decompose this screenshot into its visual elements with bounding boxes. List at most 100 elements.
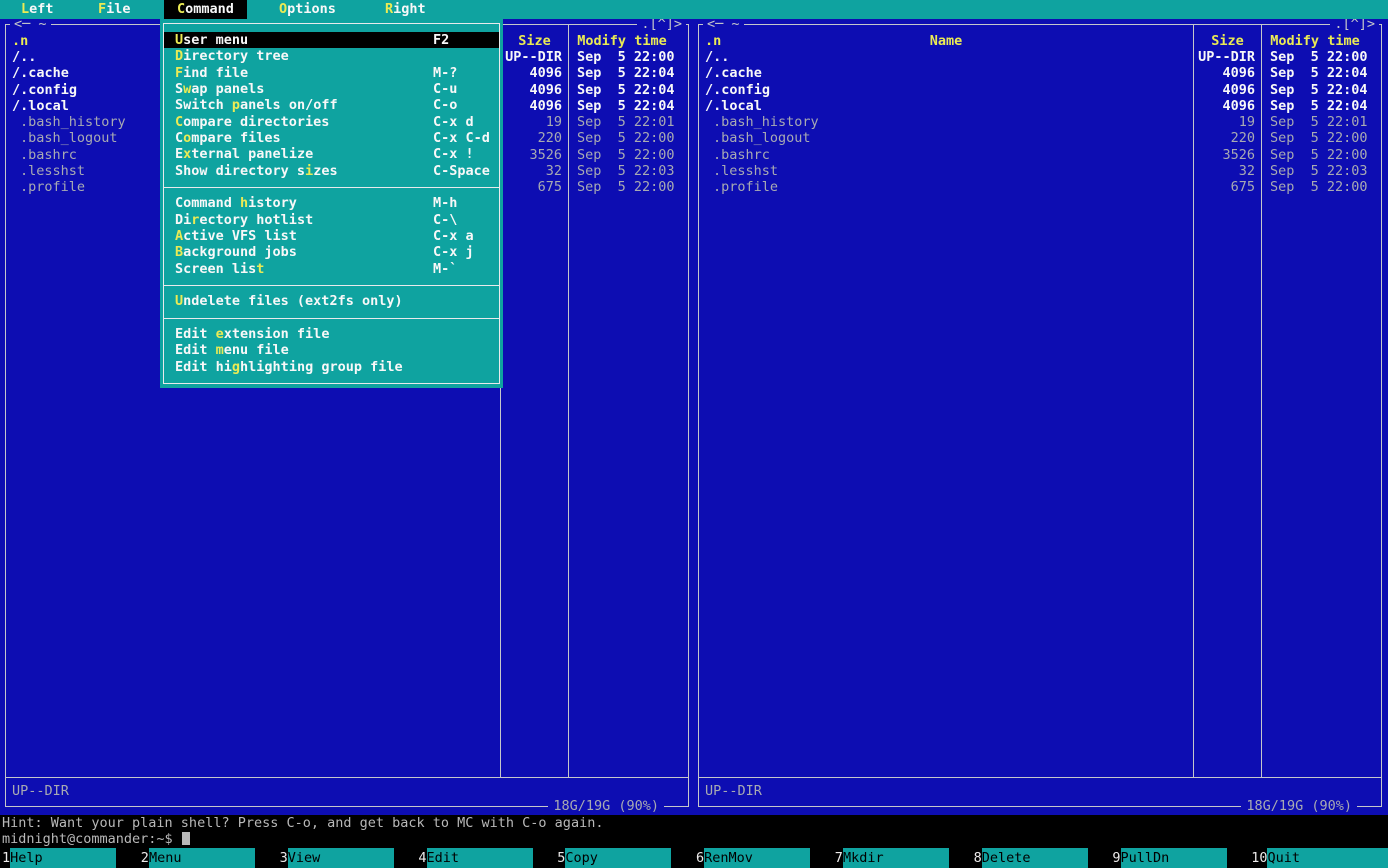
file-panel-right: <─ ~.[^]>.nNameSizeModify time/..UP--DIR… — [698, 24, 1382, 807]
column-header-size-right[interactable]: Size — [1194, 33, 1261, 50]
fkey-5-copy[interactable]: 5Copy — [557, 848, 671, 868]
column-header-size-left[interactable]: Size — [501, 33, 568, 50]
file-size: 3526 — [1193, 147, 1261, 163]
free-space-left: 18G/19G (90%) — [548, 798, 664, 815]
file-size: 32 — [1193, 163, 1261, 179]
menu-item-directory-tree[interactable]: Directory tree — [164, 48, 499, 64]
menu-item-switch-panels-on-off[interactable]: Switch panels on/offC-o — [164, 97, 499, 113]
menu-item-active-vfs-list[interactable]: Active VFS listC-x a — [164, 228, 499, 244]
menu-label-post: ndelete files (ext2fs only) — [183, 293, 402, 309]
menu-item-find-file[interactable]: Find fileM-? — [164, 65, 499, 81]
menu-label-post: ind file — [183, 65, 248, 81]
menu-item-show-directory-sizes[interactable]: Show directory sizesC-Space — [164, 163, 499, 179]
fkey-3-view[interactable]: 3View — [280, 848, 394, 868]
file-mtime: Sep 5 22:00 — [1261, 130, 1381, 146]
menu-label-post: anels on/off — [240, 97, 338, 113]
menu-label-post: enu file — [224, 342, 289, 358]
file-name: .profile — [699, 179, 1193, 195]
fkey-10-quit[interactable]: 10Quit — [1251, 848, 1388, 868]
fkey-number: 3 — [280, 848, 288, 868]
column-header-mtime-left[interactable]: Modify time — [569, 33, 675, 50]
fkey-label: Menu — [149, 848, 255, 868]
fkey-number: 1 — [2, 848, 10, 868]
menu-item-shortcut: C-x d — [433, 114, 474, 130]
fkey-9-pulldn[interactable]: 9PullDn — [1112, 848, 1226, 868]
menubar-item-file[interactable]: File — [85, 0, 144, 19]
ministatus-left: UP--DIR — [12, 783, 69, 799]
file-mtime: Sep 5 22:00 — [568, 147, 688, 163]
fkey-7-mkdir[interactable]: 7Mkdir — [835, 848, 949, 868]
menu-label-pre: Edit — [175, 326, 216, 342]
menu-item-external-panelize[interactable]: External panelizeC-x ! — [164, 146, 499, 162]
dropdown-separator — [164, 310, 499, 326]
menu-item-compare-directories[interactable]: Compare directoriesC-x d — [164, 114, 499, 130]
menubar-item-command[interactable]: Command — [164, 0, 247, 19]
fkey-4-edit[interactable]: 4Edit — [418, 848, 532, 868]
file-row-local-right[interactable]: /.local4096Sep 5 22:04 — [699, 98, 1381, 114]
menu-label-hotkey: L — [21, 1, 29, 17]
fkey-number: 8 — [974, 848, 982, 868]
fkey-label: View — [288, 848, 394, 868]
fkey-label: Quit — [1267, 848, 1388, 868]
fkey-1-help[interactable]: 1Help — [2, 848, 116, 868]
menu-item-user-menu[interactable]: User menuF2 — [164, 32, 499, 48]
file-size: 4096 — [1193, 82, 1261, 98]
file-name: /.local — [699, 98, 1193, 114]
file-row-bash-history-right[interactable]: .bash_history19Sep 5 22:01 — [699, 114, 1381, 130]
column-header-name-right[interactable]: Name — [699, 33, 1193, 50]
menu-item-edit-menu-file[interactable]: Edit menu file — [164, 342, 499, 358]
menu-label-hotkey: F — [98, 1, 106, 17]
menu-label-post: istory — [248, 195, 297, 211]
fkey-6-renmov[interactable]: 6RenMov — [696, 848, 810, 868]
menu-item-background-jobs[interactable]: Background jobsC-x j — [164, 244, 499, 260]
menu-label-hotkey: R — [385, 1, 393, 17]
menu-item-shortcut: F2 — [433, 32, 449, 48]
menu-item-shortcut: M-? — [433, 65, 457, 81]
menu-label-pre: Show directory s — [175, 163, 305, 179]
menu-item-shortcut: C-\ — [433, 212, 457, 228]
file-row-bashrc-right[interactable]: .bashrc3526Sep 5 22:00 — [699, 147, 1381, 163]
menubar-item-right[interactable]: Right — [372, 0, 439, 19]
file-row--right[interactable]: /..UP--DIRSep 5 22:00 — [699, 49, 1381, 65]
menu-item-command-history[interactable]: Command historyM-h — [164, 195, 499, 211]
file-name: .lesshst — [699, 163, 1193, 179]
text-cursor — [182, 832, 190, 845]
file-size: 3526 — [500, 147, 568, 163]
file-size: UP--DIR — [500, 49, 568, 65]
menu-label-post: zes — [313, 163, 337, 179]
fkey-number: 7 — [835, 848, 843, 868]
menu-item-undelete-files-ext2fs-only[interactable]: Undelete files (ext2fs only) — [164, 293, 499, 309]
menu-item-directory-hotlist[interactable]: Directory hotlistC-\ — [164, 212, 499, 228]
file-row-config-right[interactable]: /.config4096Sep 5 22:04 — [699, 82, 1381, 98]
menu-item-swap-panels[interactable]: Swap panelsC-u — [164, 81, 499, 97]
file-mtime: Sep 5 22:04 — [568, 98, 688, 114]
menu-item-compare-files[interactable]: Compare filesC-x C-d — [164, 130, 499, 146]
file-row-profile-right[interactable]: .profile675Sep 5 22:00 — [699, 179, 1381, 195]
menu-label-pre: Edit — [175, 342, 216, 358]
file-size: 675 — [1193, 179, 1261, 195]
file-row-cache-right[interactable]: /.cache4096Sep 5 22:04 — [699, 65, 1381, 81]
column-header-mtime-right[interactable]: Modify time — [1262, 33, 1368, 50]
fkey-number: 4 — [418, 848, 426, 868]
file-size: 675 — [500, 179, 568, 195]
file-mtime: Sep 5 22:04 — [568, 65, 688, 81]
file-size: UP--DIR — [1193, 49, 1261, 65]
fkey-8-delete[interactable]: 8Delete — [974, 848, 1088, 868]
menu-label-post: ser menu — [183, 32, 248, 48]
file-row-lesshst-right[interactable]: .lesshst32Sep 5 22:03 — [699, 163, 1381, 179]
file-row-bash-logout-right[interactable]: .bash_logout220Sep 5 22:00 — [699, 130, 1381, 146]
fkey-2-menu[interactable]: 2Menu — [141, 848, 255, 868]
shell-prompt-line[interactable]: midnight@commander:~$ — [0, 831, 1388, 848]
menu-label-hotkey: m — [216, 342, 224, 358]
file-mtime: Sep 5 22:01 — [568, 114, 688, 130]
menu-item-screen-list[interactable]: Screen listM-` — [164, 261, 499, 277]
menu-item-shortcut: M-h — [433, 195, 457, 211]
menu-label-hotkey: C — [177, 1, 185, 17]
menu-item-edit-highlighting-group-file[interactable]: Edit highlighting group file — [164, 359, 499, 375]
menubar-item-options[interactable]: Options — [266, 0, 349, 19]
menu-item-edit-extension-file[interactable]: Edit extension file — [164, 326, 499, 342]
menu-label-pre: S — [175, 81, 183, 97]
menubar-item-left[interactable]: Left — [8, 0, 67, 19]
file-mtime: Sep 5 22:04 — [1261, 98, 1381, 114]
file-size: 19 — [1193, 114, 1261, 130]
